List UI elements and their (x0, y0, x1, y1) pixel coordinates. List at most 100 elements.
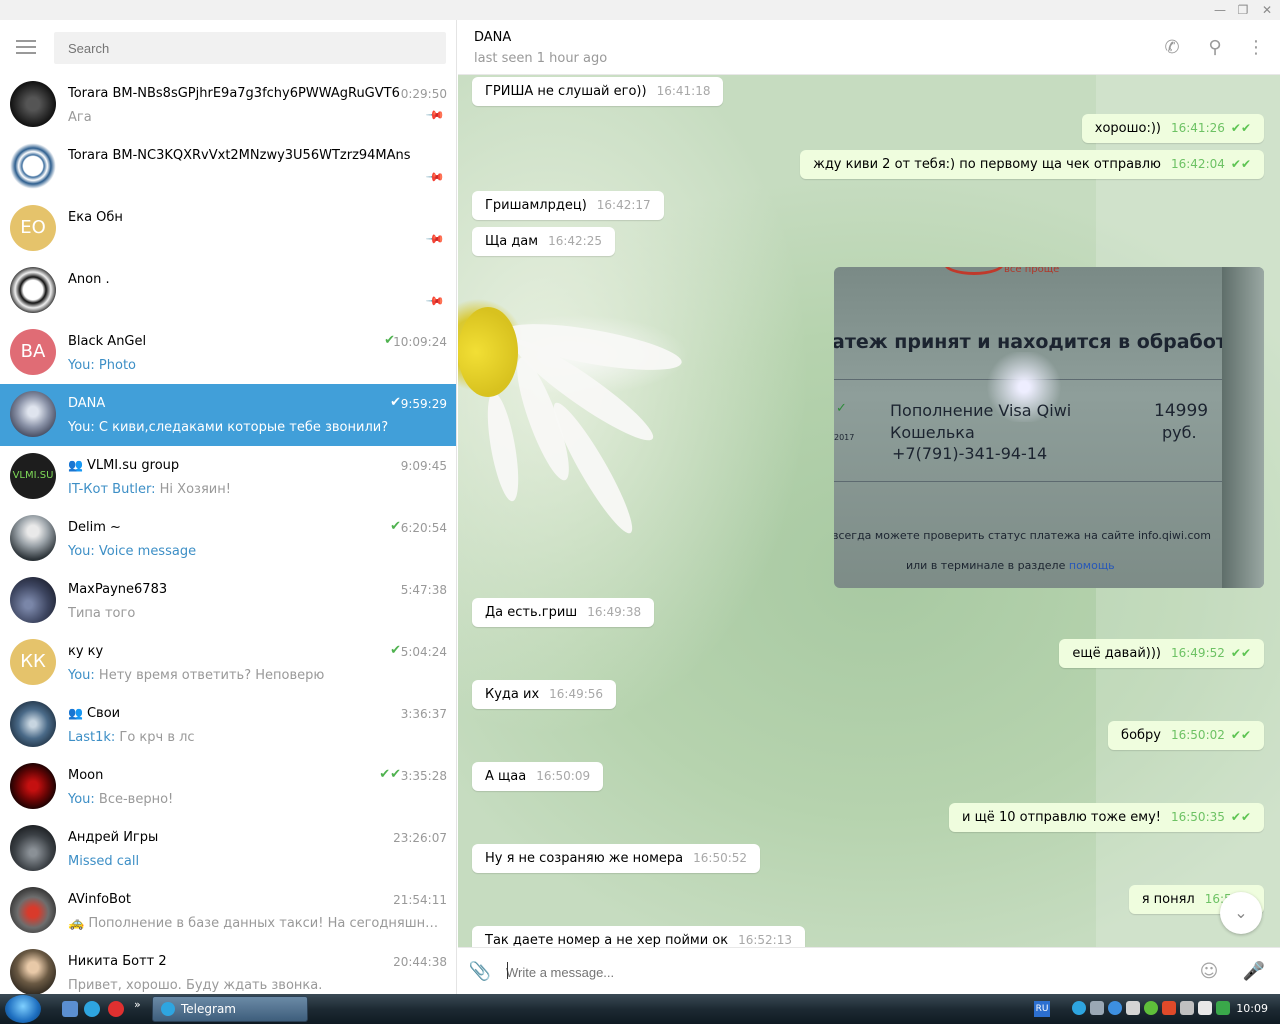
message-outgoing[interactable]: и щё 10 отправлю тоже ему! 16:50:35 ✔✔ (948, 803, 1264, 832)
windows-taskbar: » Telegram RU 10:09 (0, 994, 1280, 1024)
scroll-down-button[interactable]: ⌄ (1220, 892, 1262, 934)
photo-heading: атеж принят и находится в обработке (834, 331, 1253, 353)
avatar (10, 887, 56, 933)
chat-time: 9:09:45 (400, 459, 447, 473)
photo-line2: Кошелька (890, 423, 975, 442)
message-incoming[interactable]: ГРИША не слушай его)) 16:41:18 (472, 77, 724, 106)
message-incoming[interactable]: Куда их 16:49:56 (472, 680, 617, 709)
tray-utorrent-icon[interactable] (1144, 1001, 1158, 1015)
chat-time: 20:44:38 (393, 955, 447, 969)
chat-item-svoi[interactable]: 👥 Свои 3:36:37 Last1k: Го крч в лс (0, 694, 456, 756)
chat-item-anon[interactable]: Anon . 📌 (0, 260, 456, 322)
chat-name: 👥 Свои (68, 706, 121, 721)
tray-telegram-icon[interactable] (1072, 1001, 1086, 1015)
chat-item-andrey[interactable]: Андрей Игры 23:26:07 Missed call (0, 818, 456, 880)
message-outgoing[interactable]: жду киви 2 от тебя:) по первому ща чек о… (800, 150, 1264, 179)
hamburger-menu-icon[interactable] (16, 40, 36, 56)
chat-item-kuku[interactable]: КК ку ку ✔ 5:04:24 You: Нету время ответ… (0, 632, 456, 694)
close-button[interactable]: ✕ (1259, 2, 1275, 18)
avatar: VLMI.SU (10, 453, 56, 499)
language-indicator[interactable]: RU (1034, 1001, 1050, 1017)
taskbar-clock[interactable]: 10:09 (1236, 1002, 1268, 1015)
message-incoming[interactable]: Ну я не созраняю же номера 16:50:52 (472, 844, 761, 873)
chat-preview: IT-Кот Butler: Hi Хозяин! (68, 482, 231, 497)
chat-preview: You: Photo (68, 358, 137, 373)
avatar (10, 267, 56, 313)
double-check-icon: ✔✔ (1230, 810, 1251, 824)
chat-item-moon[interactable]: Moon ✔✔ 3:35:28 You: Все-верно! (0, 756, 456, 818)
chat-name: Moon (68, 768, 104, 783)
photo-amount: 14999 (1154, 401, 1209, 421)
search-input[interactable] (54, 32, 446, 64)
read-check-icon: ✔ (390, 643, 401, 658)
quicklaunch-more-icon[interactable]: » (134, 998, 141, 1011)
chat-item-delim[interactable]: Delim ~ ✔ 6:20:54 You: Voice message (0, 508, 456, 570)
tray-flag-icon[interactable] (1162, 1001, 1176, 1015)
chat-item-torara-1[interactable]: Torara BM-NBs8sGPjhrE9a7g3fchy6PWWAgRuGV… (0, 74, 456, 136)
message-incoming[interactable]: Гришамлрдец) 16:42:17 (472, 191, 664, 220)
photo-message[interactable]: все проще атеж принят и находится в обра… (834, 267, 1264, 588)
message-incoming[interactable]: Ща дам 16:42:25 (472, 227, 615, 256)
message-incoming[interactable]: Да есть.гриш 16:49:38 (472, 598, 655, 627)
microphone-icon[interactable]: 🎤 (1242, 960, 1266, 984)
chat-preview: You: С киви,следаками которые тебе звони… (68, 420, 389, 435)
avatar (10, 825, 56, 871)
tray-power-icon[interactable] (1216, 1001, 1230, 1015)
message-input[interactable] (506, 962, 1146, 982)
text-cursor (507, 962, 508, 979)
search-icon[interactable]: ⚲ (1203, 36, 1227, 60)
photo-check-icon: ✓ (836, 401, 847, 416)
avatar: КК (10, 639, 56, 685)
tray-skype-icon[interactable] (1108, 1001, 1122, 1015)
photo-currency: руб. (1162, 423, 1197, 442)
tray-network-icon[interactable] (1090, 1001, 1104, 1015)
double-check-icon: ✔✔ (1230, 646, 1251, 660)
message-incoming[interactable]: А щаа 16:50:09 (472, 762, 604, 791)
attach-icon[interactable]: 📎 (468, 960, 492, 984)
chat-item-maxpayne[interactable]: MaxPayne6783 5:47:38 Типа того (0, 570, 456, 632)
taskbar-app-label: Telegram (181, 1002, 236, 1016)
show-desktop-icon[interactable] (62, 1001, 78, 1017)
message-incoming[interactable]: Так даете номер а не хер пойми ок 16:52:1… (472, 926, 805, 947)
photo-help-link: помощь (1068, 559, 1115, 572)
start-button[interactable] (5, 995, 41, 1023)
chat-item-torara-2[interactable]: Torara BM-NC3KQXRvVxt2MNzwy3U56WTzrz94MA… (0, 136, 456, 198)
avatar (10, 515, 56, 561)
chat-time: 9:59:29 (400, 397, 447, 411)
conversation-panel: DANA last seen 1 hour ago ✆ ⚲ ⋮ ГРИША не… (458, 20, 1280, 994)
chat-preview: You: Нету время ответить? Неповерю (68, 668, 325, 683)
chat-name: DANA (68, 396, 106, 411)
telegram-quicklaunch-icon[interactable] (84, 1001, 100, 1017)
chat-preview: Ага (68, 110, 92, 125)
message-outgoing[interactable]: ещё давай))) 16:49:52 ✔✔ (1059, 639, 1264, 668)
tray-app-icon[interactable] (1126, 1001, 1140, 1015)
chat-title[interactable]: DANA (474, 30, 511, 45)
chat-time: 0:29:50 (400, 87, 447, 101)
minimize-button[interactable]: — (1212, 2, 1228, 18)
chat-item-nikita[interactable]: Никита Ботт 2 20:44:38 Привет, хорошо. Б… (0, 942, 456, 994)
chat-name: Ека Обн (68, 210, 123, 225)
chat-item-dana[interactable]: DANA ✔ 9:59:29 You: С киви,следаками кот… (0, 384, 456, 446)
chat-item-avinfobot[interactable]: AVinfoBot 21:54:11 🚕 Пополнение в базе д… (0, 880, 456, 942)
window-titlebar: — ❐ ✕ (0, 0, 1280, 20)
yandex-browser-icon[interactable] (108, 1001, 124, 1017)
read-check-icon: ✔ (390, 395, 401, 410)
chat-item-vlmi[interactable]: VLMI.SU 👥 VLMI.su group 9:09:45 IT-Кот Bu… (0, 446, 456, 508)
chat-name: Андрей Игры (68, 830, 159, 845)
message-outgoing[interactable]: бобру 16:50:02 ✔✔ (1108, 721, 1264, 750)
tray-volume-icon[interactable] (1198, 1001, 1212, 1015)
message-outgoing[interactable]: хорошо:)) 16:41:26 ✔✔ (1081, 114, 1264, 143)
chat-name: Black AnGel (68, 334, 147, 349)
chat-time: 6:20:54 (400, 521, 447, 535)
maximize-button[interactable]: ❐ (1235, 2, 1251, 18)
more-vertical-icon[interactable]: ⋮ (1244, 36, 1268, 60)
emoji-icon[interactable]: ☺ (1197, 960, 1221, 984)
read-check-icon: ✔ (390, 519, 401, 534)
chat-item-eka[interactable]: EO Ека Обн 📌 (0, 198, 456, 260)
taskbar-telegram-button[interactable]: Telegram (152, 996, 308, 1022)
wallpaper-daisy-center (458, 307, 518, 397)
tray-app-icon[interactable] (1180, 1001, 1194, 1015)
phone-icon[interactable]: ✆ (1160, 36, 1184, 60)
avatar (10, 81, 56, 127)
chat-item-black-angel[interactable]: BA Black AnGel ✔ 10:09:24 You: Photo (0, 322, 456, 384)
